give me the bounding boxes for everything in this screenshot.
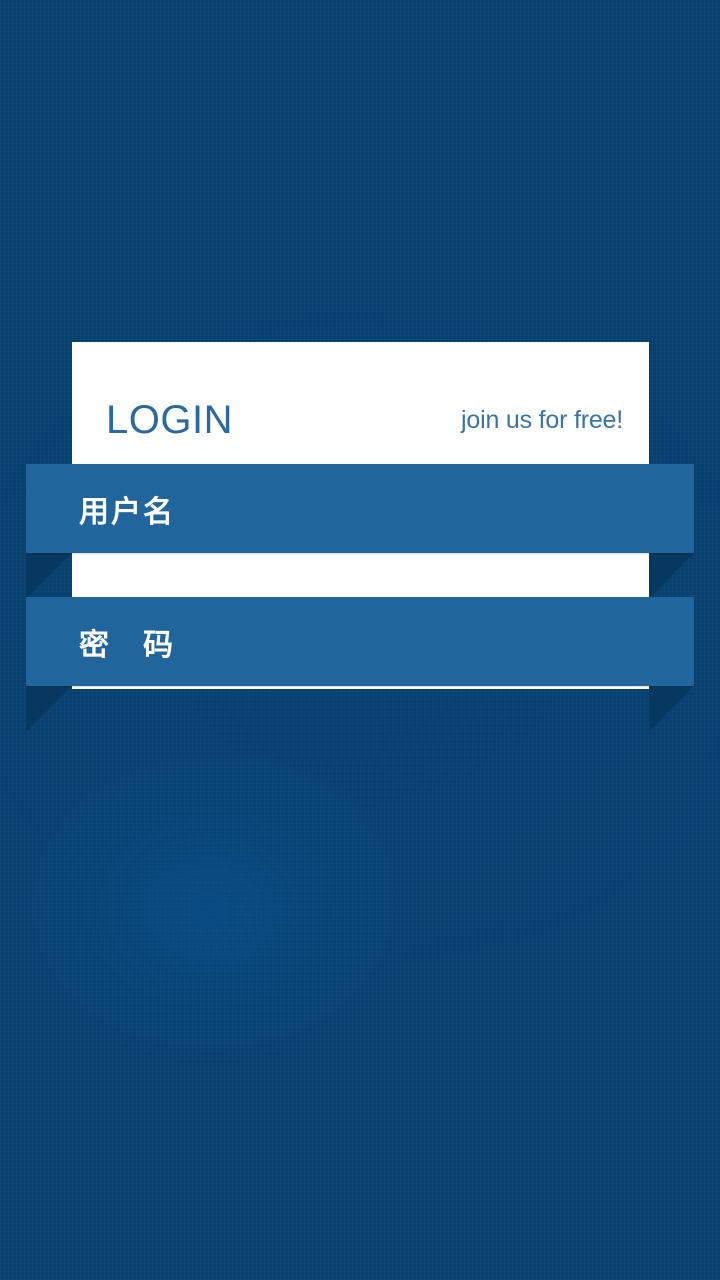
password-input[interactable] [199,610,664,673]
username-input[interactable] [199,477,664,540]
username-ribbon-left-fold [26,553,72,599]
username-label: 用户名 [79,494,175,530]
username-ribbon-right-fold [649,553,694,599]
login-title: LOGIN [106,398,233,442]
username-field[interactable]: 用户名 [26,464,694,553]
password-ribbon-left-fold [26,686,72,732]
password-field[interactable]: 密 码 [26,597,694,686]
join-link[interactable]: join us for free! [461,404,623,436]
password-label: 密 码 [79,627,175,663]
password-ribbon-right-fold [649,686,694,732]
